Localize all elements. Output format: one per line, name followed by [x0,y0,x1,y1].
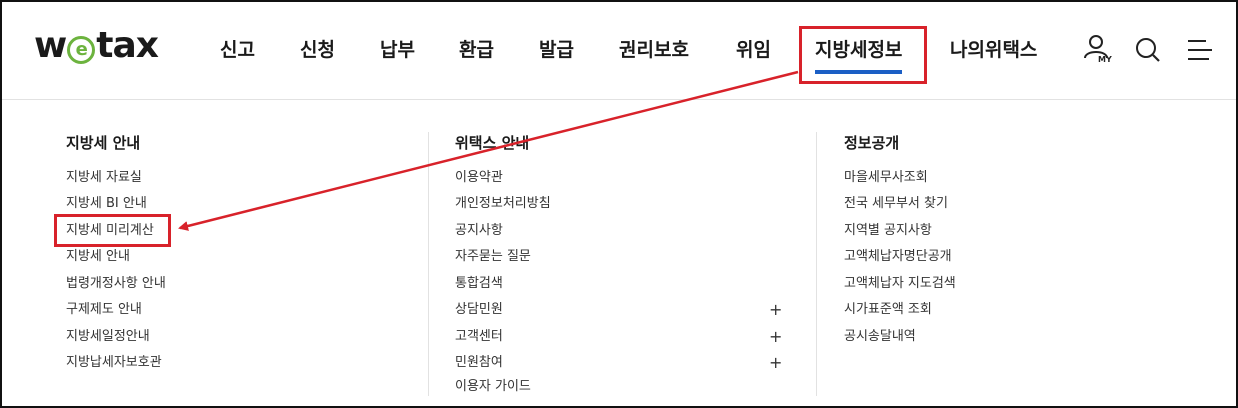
menu-item-regional-notices[interactable]: 지역별 공지사항 [844,221,932,241]
expand-plus-icon[interactable]: + [769,353,782,373]
menu-item-relief-system[interactable]: 구제제도 안내 [66,300,142,320]
my-label: MY [1098,55,1112,64]
expand-plus-icon[interactable]: + [769,300,782,320]
annotation-box-nav [799,26,927,84]
column-divider [816,132,817,396]
menu-column-wetax-guide: 위택스 안내 이용약관 개인정보처리방침 공지사항 자주묻는 질문 통합검색 상… [455,132,795,402]
menu-item-local-tax-schedule[interactable]: 지방세일정안내 [66,327,150,347]
search-icon[interactable] [1132,32,1164,68]
nav-item-payment[interactable]: 납부 [380,30,415,70]
menu-item-user-guide[interactable]: 이용자 가이드 [455,377,531,397]
menu-item-consultation[interactable]: 상담민원 [455,300,503,320]
column-title: 정보공개 [844,134,900,152]
nav-item-report[interactable]: 신고 [220,30,255,70]
menu-item-faq[interactable]: 자주묻는 질문 [455,247,531,267]
nav-item-delegation[interactable]: 위임 [736,30,771,70]
nav-item-rights-protection[interactable]: 권리보호 [619,30,689,70]
menu-item-terms[interactable]: 이용약관 [455,168,503,188]
user-my-icon[interactable]: MY [1082,32,1114,68]
menu-item-privacy-policy[interactable]: 개인정보처리방침 [455,194,551,214]
wetax-logo[interactable]: w e tax [34,25,159,66]
logo-text: w e tax [34,25,159,66]
menu-item-local-tax-bi[interactable]: 지방세 BI 안내 [66,194,147,214]
site-header: w e tax 신고 신청 납부 환급 발급 권리보호 위임 지방세정보 나의위택스… [2,2,1236,100]
menu-column-info-disclosure: 정보공개 마을세무사조회 전국 세무부서 찾기 지역별 공지사항 고액체납자명단… [844,132,1184,402]
menu-item-integrated-search[interactable]: 통합검색 [455,274,503,294]
menu-item-customer-center[interactable]: 고객센터 [455,327,503,347]
nav-item-apply[interactable]: 신청 [300,30,335,70]
nav-item-my-wetax[interactable]: 나의위택스 [950,30,1037,70]
menu-item-law-amendment[interactable]: 법령개정사항 안내 [66,274,166,294]
menu-item-standard-price[interactable]: 시가표준액 조회 [844,300,932,320]
menu-item-defaulter-list[interactable]: 고액체납자명단공개 [844,247,952,267]
menu-column-local-tax-guide: 지방세 안내 지방세 자료실 지방세 BI 안내 지방세 미리계산 지방세 안내… [66,132,406,402]
logo-e-icon: e [67,36,96,64]
page-frame: w e tax 신고 신청 납부 환급 발급 권리보호 위임 지방세정보 나의위택스… [0,0,1238,408]
nav-item-issue[interactable]: 발급 [539,30,574,70]
annotation-box-item [54,214,171,247]
column-title: 위택스 안내 [455,134,530,152]
menu-item-local-tax-guide[interactable]: 지방세 안내 [66,247,130,267]
column-title: 지방세 안내 [66,134,141,152]
menu-item-taxpayer-protection[interactable]: 지방납세자보호관 [66,353,162,373]
menu-item-find-tax-office[interactable]: 전국 세무부서 찾기 [844,194,948,214]
expand-plus-icon[interactable]: + [769,327,782,347]
nav-item-refund[interactable]: 환급 [459,30,494,70]
hamburger-menu-icon[interactable] [1185,32,1217,68]
column-divider [428,132,429,396]
menu-item-civil-participation[interactable]: 민원참여 [455,353,503,373]
menu-item-notices[interactable]: 공지사항 [455,221,503,241]
menu-item-local-tax-archive[interactable]: 지방세 자료실 [66,168,142,188]
menu-item-public-service[interactable]: 공시송달내역 [844,327,916,347]
menu-item-defaulter-map[interactable]: 고액체납자 지도검색 [844,274,956,294]
menu-item-village-tax-accountant[interactable]: 마을세무사조회 [844,168,928,188]
